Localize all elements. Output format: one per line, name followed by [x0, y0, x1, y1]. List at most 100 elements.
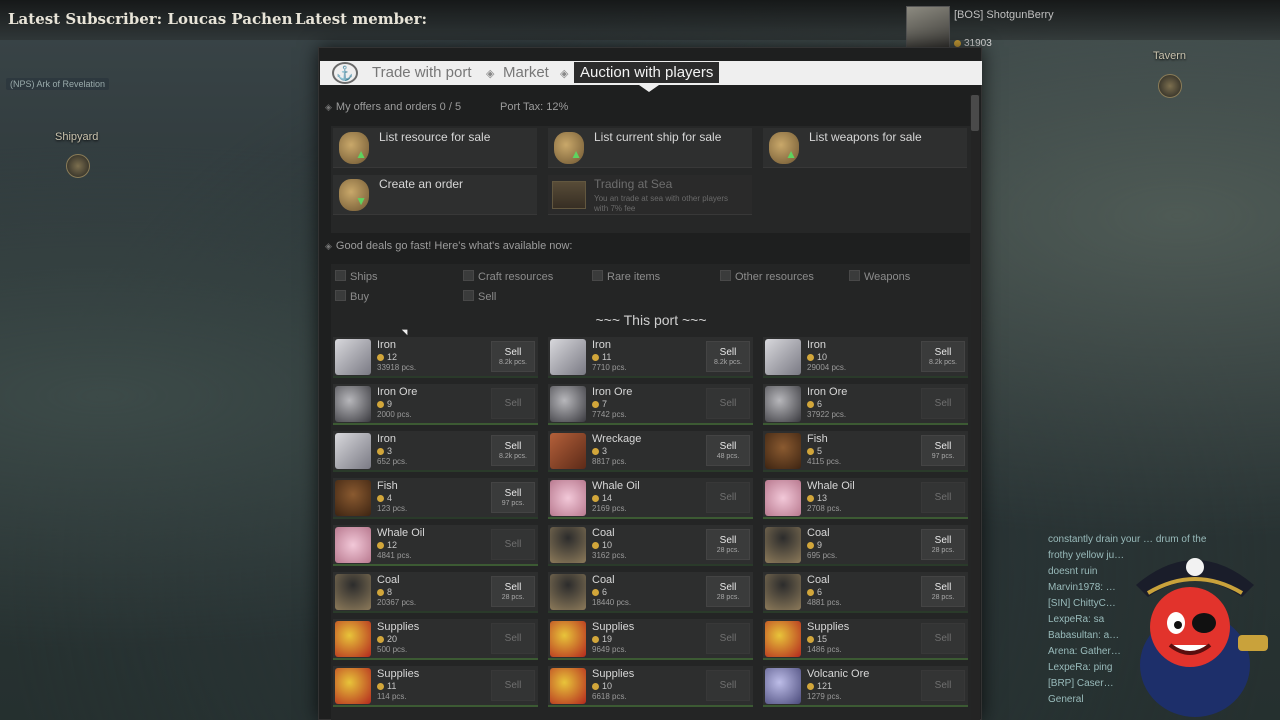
- player-avatar[interactable]: [906, 6, 950, 50]
- list-weapons-button[interactable]: ▲ List weapons for sale: [763, 128, 967, 168]
- sell-button[interactable]: Sell 97 pcs.: [491, 482, 535, 513]
- sell-button[interactable]: Sell: [706, 623, 750, 654]
- sell-button[interactable]: Sell 8.2k pcs.: [921, 341, 965, 372]
- offers-count: My offers and orders 0 / 5: [335, 101, 462, 113]
- item-quantity: 37922 pcs.: [807, 410, 847, 419]
- listing-item[interactable]: Whale Oil 14 2169 pcs. Sell: [548, 478, 753, 519]
- listing-item[interactable]: Iron 3 652 pcs. Sell 8.2k pcs.: [333, 431, 538, 472]
- coin-icon: [377, 589, 384, 597]
- listing-item[interactable]: Supplies 20 500 pcs. Sell: [333, 619, 538, 660]
- offers-header: ◈ My offers and orders 0 / 5: [325, 101, 461, 113]
- breadcrumb-trade[interactable]: Trade with port: [372, 64, 472, 81]
- listing-item[interactable]: Fish 5 4115 pcs. Sell 97 pcs.: [763, 431, 968, 472]
- item-price-value: 10: [602, 540, 613, 550]
- checkbox[interactable]: [335, 270, 346, 281]
- listing-item[interactable]: Coal 9 695 pcs. Sell 28 pcs.: [763, 525, 968, 566]
- sell-button-label: Sell: [934, 582, 952, 593]
- sell-button[interactable]: Sell 48 pcs.: [706, 435, 750, 466]
- listing-item[interactable]: Supplies 10 6618 pcs. Sell: [548, 666, 753, 707]
- filter-rare-items[interactable]: Rare items: [592, 270, 660, 283]
- sell-button[interactable]: Sell 28 pcs.: [921, 576, 965, 607]
- breadcrumb-auction[interactable]: Auction with players: [574, 62, 720, 83]
- listing-item[interactable]: Coal 6 18440 pcs. Sell 28 pcs.: [548, 572, 753, 613]
- listing-item[interactable]: Iron 12 33918 pcs. Sell 8.2k pcs.: [333, 337, 538, 378]
- listing-item[interactable]: Iron Ore 6 37922 pcs. Sell: [763, 384, 968, 425]
- coin-icon: [592, 448, 599, 456]
- checkbox[interactable]: [463, 270, 474, 281]
- listing-item[interactable]: Whale Oil 12 4841 pcs. Sell: [333, 525, 538, 566]
- listing-item[interactable]: Iron Ore 7 7742 pcs. Sell: [548, 384, 753, 425]
- checkbox[interactable]: [463, 290, 474, 301]
- whale-oil-icon: [550, 480, 586, 516]
- sell-button[interactable]: Sell: [491, 623, 535, 654]
- filter-ships[interactable]: Ships: [335, 270, 378, 283]
- item-price: 121: [807, 681, 832, 691]
- checkbox[interactable]: [720, 270, 731, 281]
- filter-craft-resources[interactable]: Craft resources: [463, 270, 553, 283]
- player-info[interactable]: [BOS] ShotgunBerry 31903: [906, 6, 1136, 52]
- tavern-label[interactable]: Tavern: [1153, 50, 1186, 62]
- list-resource-button[interactable]: ▲ List resource for sale: [333, 128, 537, 168]
- shipyard-marker-icon[interactable]: [66, 154, 90, 178]
- listing-item[interactable]: Whale Oil 13 2708 pcs. Sell: [763, 478, 968, 519]
- coin-icon: [377, 636, 384, 644]
- listing-item[interactable]: Coal 10 3162 pcs. Sell 28 pcs.: [548, 525, 753, 566]
- sell-button[interactable]: Sell: [706, 482, 750, 513]
- listing-item[interactable]: Coal 6 4881 pcs. Sell 28 pcs.: [763, 572, 968, 613]
- sell-button[interactable]: Sell: [491, 529, 535, 560]
- checkbox[interactable]: [849, 270, 860, 281]
- tavern-marker-icon[interactable]: [1158, 74, 1182, 98]
- item-price-value: 13: [817, 493, 828, 503]
- create-order-button[interactable]: ▼ Create an order: [333, 175, 537, 215]
- listing-item[interactable]: Fish 4 123 pcs. Sell 97 pcs.: [333, 478, 538, 519]
- scrollbar-thumb[interactable]: [971, 95, 979, 131]
- nps-ship-label[interactable]: (NPS) Ark of Revelation: [6, 78, 110, 90]
- sell-button[interactable]: Sell: [706, 388, 750, 419]
- action-label: List current ship for sale: [594, 130, 722, 144]
- action-label: Create an order: [379, 177, 464, 191]
- latest-member-text: Latest member:: [295, 10, 428, 28]
- sell-button[interactable]: Sell 28 pcs.: [491, 576, 535, 607]
- item-price-value: 9: [817, 540, 823, 550]
- item-quantity: 18440 pcs.: [592, 598, 632, 607]
- listing-item[interactable]: Supplies 19 9649 pcs. Sell: [548, 619, 753, 660]
- listing-item[interactable]: Coal 8 20367 pcs. Sell 28 pcs.: [333, 572, 538, 613]
- sell-button[interactable]: Sell: [921, 388, 965, 419]
- listing-item[interactable]: Volcanic Ore 121 1279 pcs. Sell: [763, 666, 968, 707]
- sell-button[interactable]: Sell: [491, 670, 535, 701]
- sell-button[interactable]: Sell 8.2k pcs.: [706, 341, 750, 372]
- listing-item[interactable]: Iron 10 29004 pcs. Sell 8.2k pcs.: [763, 337, 968, 378]
- checkbox[interactable]: [592, 270, 603, 281]
- list-ship-button[interactable]: ▲ List current ship for sale: [548, 128, 752, 168]
- listing-item[interactable]: Iron Ore 9 2000 pcs. Sell: [333, 384, 538, 425]
- sell-button[interactable]: Sell 28 pcs.: [706, 576, 750, 607]
- sell-button[interactable]: Sell: [921, 482, 965, 513]
- sell-button[interactable]: Sell 8.2k pcs.: [491, 341, 535, 372]
- sell-button[interactable]: Sell 28 pcs.: [706, 529, 750, 560]
- supplies-icon: [765, 621, 801, 657]
- sell-button[interactable]: Sell 28 pcs.: [921, 529, 965, 560]
- checkbox[interactable]: [335, 290, 346, 301]
- filter-other-resources[interactable]: Other resources: [720, 270, 814, 283]
- panel-scrollbar[interactable]: [970, 95, 980, 720]
- listing-item[interactable]: Wreckage 3 8817 pcs. Sell 48 pcs.: [548, 431, 753, 472]
- sell-button[interactable]: Sell: [921, 623, 965, 654]
- filter-buy[interactable]: Buy: [335, 290, 369, 303]
- sell-button[interactable]: Sell: [491, 388, 535, 419]
- sell-button[interactable]: Sell: [706, 670, 750, 701]
- sell-button[interactable]: Sell: [921, 670, 965, 701]
- item-quantity: 7710 pcs.: [592, 363, 627, 372]
- sell-button[interactable]: Sell 97 pcs.: [921, 435, 965, 466]
- filter-sell[interactable]: Sell: [463, 290, 496, 303]
- sell-button[interactable]: Sell 8.2k pcs.: [491, 435, 535, 466]
- auction-panel: ⚓ Trade with port ◈ Market ◈ Auction wit…: [318, 47, 982, 720]
- sell-button-label: Sell: [934, 398, 952, 409]
- item-name: Volcanic Ore: [807, 668, 870, 680]
- filter-weapons[interactable]: Weapons: [849, 270, 910, 283]
- sell-button-label: Sell: [934, 492, 952, 503]
- listing-item[interactable]: Iron 11 7710 pcs. Sell 8.2k pcs.: [548, 337, 753, 378]
- shipyard-label[interactable]: Shipyard: [55, 131, 98, 143]
- listing-item[interactable]: Supplies 15 1486 pcs. Sell: [763, 619, 968, 660]
- breadcrumb-market[interactable]: Market: [503, 64, 549, 81]
- listing-item[interactable]: Supplies 11 114 pcs. Sell: [333, 666, 538, 707]
